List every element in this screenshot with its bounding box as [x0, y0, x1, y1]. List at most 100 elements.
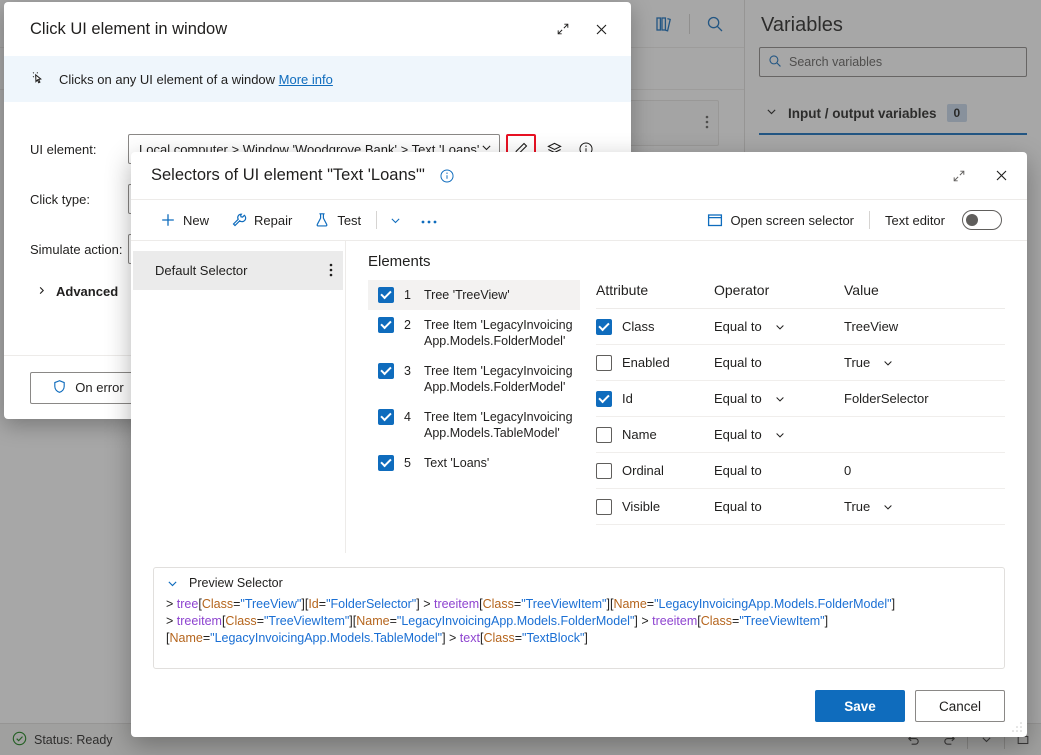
- element-index: 5: [404, 455, 414, 471]
- chevron-down-icon[interactable]: [882, 501, 894, 513]
- open-screen-selector-button[interactable]: Open screen selector: [696, 205, 865, 235]
- attribute-checkbox[interactable]: [596, 319, 612, 335]
- elements-title: Elements: [368, 253, 1005, 270]
- attribute-row[interactable]: Name Equal to: [596, 417, 1005, 453]
- expand-diagonal-icon[interactable]: [943, 160, 975, 192]
- selector-token: "LegacyInvoicingApp.Models.FolderModel": [654, 597, 891, 611]
- attribute-value: True: [844, 499, 870, 514]
- text-editor-label: Text editor: [885, 213, 945, 228]
- element-index: 3: [404, 363, 414, 379]
- click-dialog-header: Click UI element in window: [4, 2, 631, 56]
- chevron-down-icon[interactable]: [381, 214, 410, 227]
- attribute-row[interactable]: Class Equal to TreeView: [596, 309, 1005, 345]
- more-info-link[interactable]: More info: [279, 72, 333, 87]
- ui-element-label: UI element:: [30, 142, 128, 157]
- selectors-dialog-title: Selectors of UI element "Text 'Loans'": [151, 166, 455, 185]
- column-header-attribute: Attribute: [596, 282, 714, 298]
- close-icon[interactable]: [985, 160, 1017, 192]
- preview-selector-header[interactable]: Preview Selector: [166, 576, 992, 596]
- selector-token: text: [460, 631, 480, 645]
- attribute-checkbox[interactable]: [596, 391, 612, 407]
- selector-token: "TreeView": [240, 597, 301, 611]
- selector-token: =: [390, 614, 397, 628]
- text-editor-toggle[interactable]: [962, 210, 1002, 230]
- wrench-icon: [231, 212, 247, 228]
- on-error-button[interactable]: On error: [30, 372, 146, 404]
- attribute-row[interactable]: Id Equal to FolderSelector: [596, 381, 1005, 417]
- element-checkbox[interactable]: [378, 363, 394, 379]
- info-icon[interactable]: [439, 168, 455, 184]
- element-row[interactable]: 1 Tree 'TreeView': [368, 280, 580, 310]
- attribute-checkbox[interactable]: [596, 499, 612, 515]
- close-icon[interactable]: [585, 13, 617, 45]
- attribute-value: FolderSelector: [844, 391, 929, 406]
- selector-token: Name: [169, 631, 202, 645]
- element-checkbox[interactable]: [378, 317, 394, 333]
- chevron-down-icon: [166, 577, 179, 590]
- element-checkbox[interactable]: [378, 409, 394, 425]
- cancel-button[interactable]: Cancel: [915, 690, 1005, 722]
- click-dialog-info-bar: Clicks on any UI element of a window Mor…: [4, 56, 631, 102]
- selector-token: "LegacyInvoicingApp.Models.TableModel": [210, 631, 442, 645]
- toggle-knob: [966, 214, 978, 226]
- element-checkbox[interactable]: [378, 287, 394, 303]
- attribute-checkbox[interactable]: [596, 463, 612, 479]
- chevron-down-icon[interactable]: [774, 429, 786, 441]
- open-screen-selector-label: Open screen selector: [730, 213, 854, 228]
- attribute-row[interactable]: Visible Equal to True: [596, 489, 1005, 525]
- new-selector-button[interactable]: New: [149, 205, 220, 235]
- toolbar-divider: [869, 211, 870, 229]
- selector-token: tree: [177, 597, 199, 611]
- selector-token: Id: [308, 597, 318, 611]
- selector-token: "TextBlock": [522, 631, 584, 645]
- test-selector-button[interactable]: Test: [303, 205, 372, 235]
- chevron-down-icon[interactable]: [882, 357, 894, 369]
- elements-pane: Elements 1 Tree 'TreeView' 2 Tree Item '…: [346, 241, 1027, 553]
- element-row[interactable]: 2 Tree Item 'LegacyInvoicingApp.Models.F…: [368, 310, 580, 356]
- chevron-down-icon[interactable]: [774, 321, 786, 333]
- selector-token: Class: [483, 597, 514, 611]
- element-row[interactable]: 4 Tree Item 'LegacyInvoicingApp.Models.T…: [368, 402, 580, 448]
- element-label: Tree Item 'LegacyInvoicingApp.Models.Tab…: [424, 409, 574, 441]
- element-checkbox[interactable]: [378, 455, 394, 471]
- attribute-operator: Equal to: [714, 319, 762, 334]
- selector-token: Name: [356, 614, 389, 628]
- expand-diagonal-icon[interactable]: [547, 13, 579, 45]
- selector-token: treeitem: [177, 614, 222, 628]
- selector-token: "FolderSelector": [326, 597, 416, 611]
- selector-token: Class: [225, 614, 256, 628]
- attribute-checkbox[interactable]: [596, 355, 612, 371]
- attribute-operator: Equal to: [714, 355, 762, 370]
- more-vertical-icon[interactable]: [329, 262, 333, 280]
- repair-selector-button[interactable]: Repair: [220, 205, 303, 235]
- info-text: Clicks on any UI element of a window: [59, 72, 275, 87]
- selector-token: Name: [613, 597, 646, 611]
- selector-token: >: [166, 597, 177, 611]
- elements-tree: 1 Tree 'TreeView' 2 Tree Item 'LegacyInv…: [368, 280, 580, 553]
- selector-list-item-default[interactable]: Default Selector: [133, 251, 343, 290]
- attribute-name: Class: [622, 319, 655, 334]
- selectors-dialog-footer: Save Cancel: [131, 675, 1027, 737]
- selector-token: =: [515, 631, 522, 645]
- attribute-checkbox[interactable]: [596, 427, 612, 443]
- selectors-dialog-title-text: Selectors of UI element "Text 'Loans'": [151, 166, 425, 184]
- attribute-name: Id: [622, 391, 633, 406]
- attribute-row[interactable]: Ordinal Equal to 0: [596, 453, 1005, 489]
- selector-token: "TreeViewItem": [521, 597, 606, 611]
- preview-selector-box: Preview Selector > tree[Class="TreeView"…: [153, 567, 1005, 669]
- overflow-menu-icon[interactable]: [410, 213, 448, 228]
- element-index: 4: [404, 409, 414, 425]
- save-button[interactable]: Save: [815, 690, 905, 722]
- attribute-name: Name: [622, 427, 657, 442]
- resize-grip[interactable]: [1011, 721, 1023, 733]
- element-row[interactable]: 5 Text 'Loans': [368, 448, 580, 478]
- advanced-label: Advanced: [56, 284, 118, 299]
- selector-token: treeitem: [434, 597, 479, 611]
- selector-token: "LegacyInvoicingApp.Models.FolderModel": [397, 614, 634, 628]
- selector-token: ] >: [442, 631, 460, 645]
- chevron-down-icon[interactable]: [774, 393, 786, 405]
- text-editor-toggle-group: Text editor: [874, 205, 1013, 235]
- selector-token: =: [319, 597, 326, 611]
- element-row[interactable]: 3 Tree Item 'LegacyInvoicingApp.Models.F…: [368, 356, 580, 402]
- attribute-row[interactable]: Enabled Equal to True: [596, 345, 1005, 381]
